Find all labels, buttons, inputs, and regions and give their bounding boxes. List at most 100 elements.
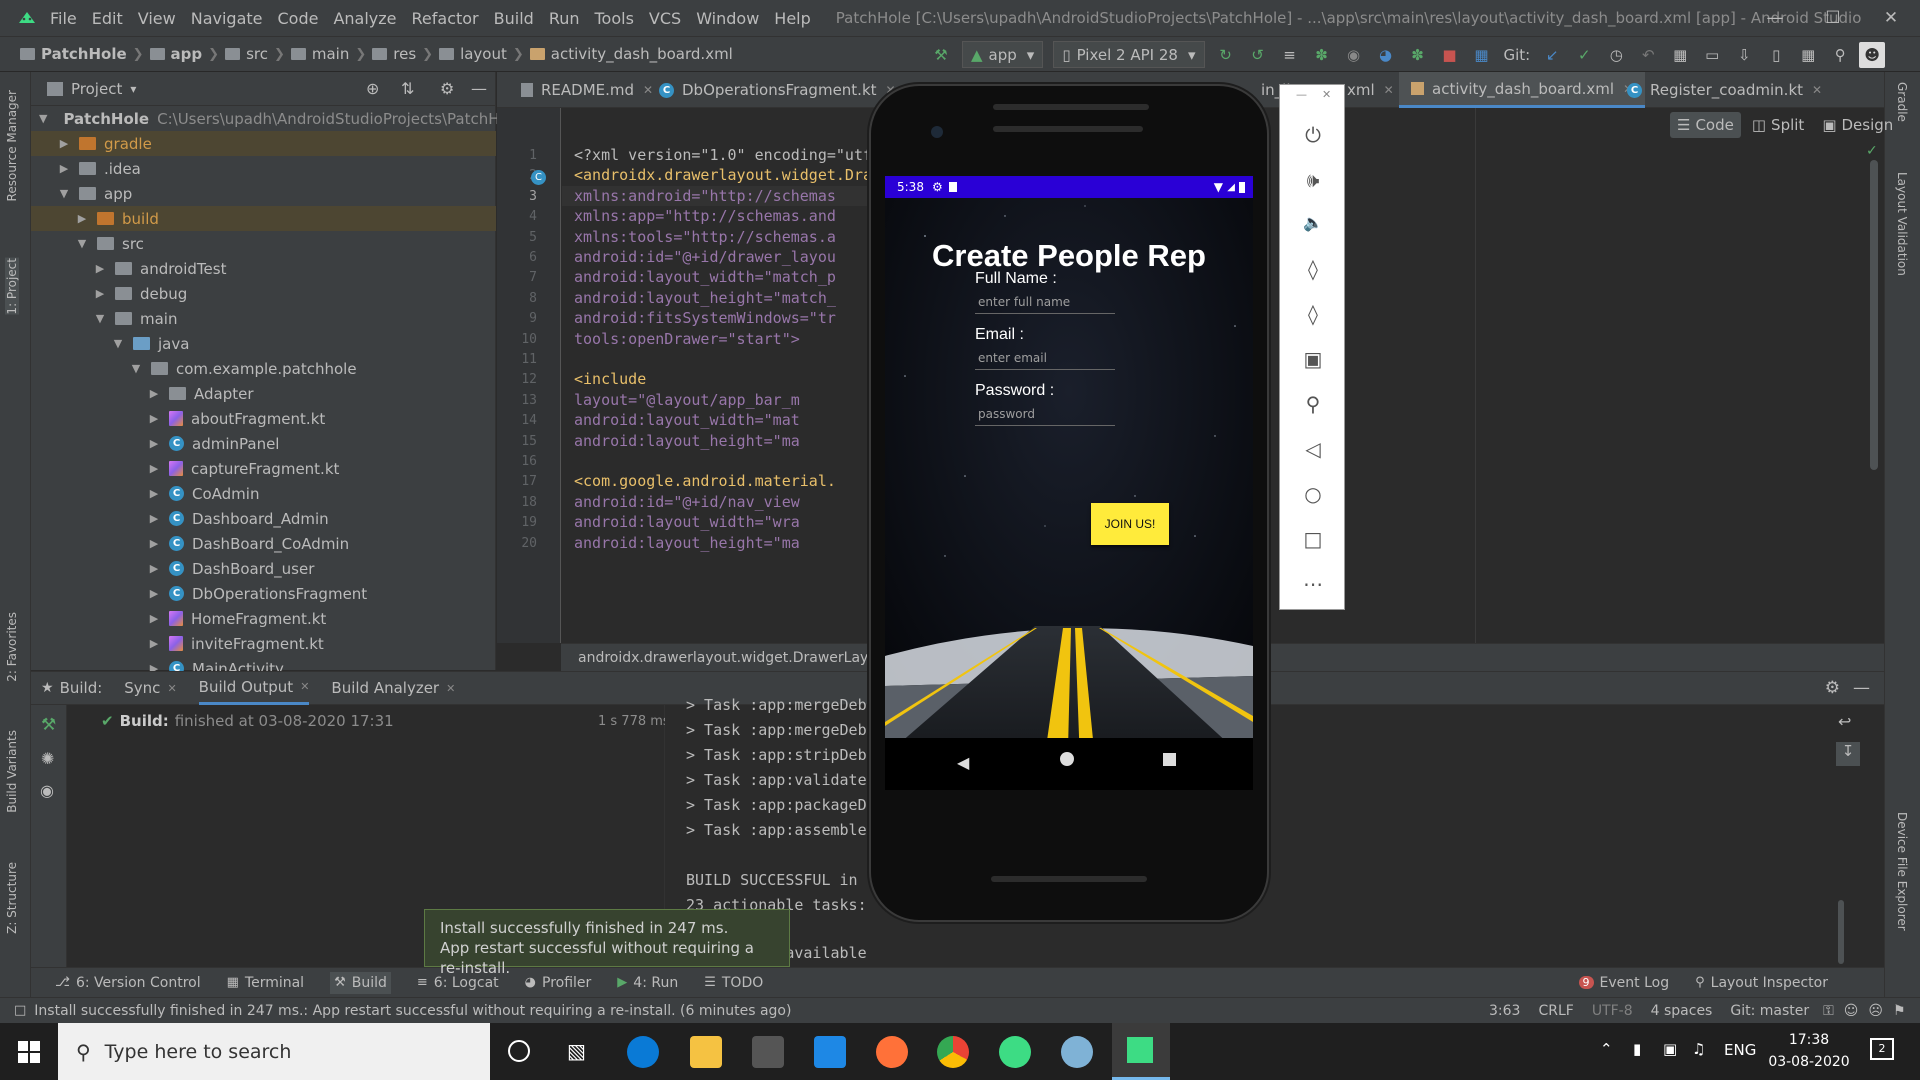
gear-icon[interactable]: ⚙: [440, 79, 454, 98]
view-mode-design[interactable]: ▣ Design: [1815, 112, 1900, 138]
paint-app-icon[interactable]: [1061, 1036, 1093, 1068]
notification-center-icon[interactable]: 2: [1870, 1038, 1894, 1060]
apply-code-changes-icon[interactable]: ↺: [1245, 42, 1271, 68]
tab-resource-manager[interactable]: Resource Manager: [5, 90, 19, 201]
emulator-close-icon[interactable]: ✕: [1322, 88, 1331, 101]
device-manager-icon[interactable]: ▯: [1763, 42, 1789, 68]
coverage-icon[interactable]: ≡: [1277, 42, 1303, 68]
menu-run[interactable]: Run: [549, 9, 580, 28]
close-icon[interactable]: ✕: [1812, 83, 1822, 97]
tab-project[interactable]: 1: Project: [5, 258, 19, 315]
git-update-icon[interactable]: ↙: [1539, 42, 1565, 68]
tool-event-log[interactable]: 9 Event Log: [1578, 975, 1669, 991]
crumb-project[interactable]: PatchHole: [20, 45, 127, 63]
eye-icon[interactable]: ◉: [40, 781, 54, 800]
zoom-icon[interactable]: ⚲: [1280, 392, 1346, 416]
battery-tray-icon[interactable]: ▮: [1633, 1040, 1641, 1058]
device-dropdown[interactable]: ▯ Pixel 2 API 28 ▾: [1053, 41, 1205, 68]
tool-terminal[interactable]: ▦ Terminal: [227, 975, 304, 991]
tab-layout-validation[interactable]: Layout Validation: [1895, 172, 1909, 276]
git-history-icon[interactable]: ◷: [1603, 42, 1629, 68]
tree-item[interactable]: ▶ CadminPanel: [31, 431, 496, 456]
language-indicator[interactable]: ENG: [1724, 1041, 1756, 1059]
tree-item[interactable]: ▶ gradle: [31, 131, 496, 156]
taskbar-search[interactable]: ⚲ Type here to search: [58, 1023, 490, 1080]
tool-version-control[interactable]: ⎇ 6: Version Control: [55, 975, 201, 991]
menu-build[interactable]: Build: [494, 9, 534, 28]
tree-item[interactable]: ▼ java: [31, 331, 496, 356]
volume-tray-icon[interactable]: ♫: [1692, 1040, 1705, 1058]
menu-refactor[interactable]: Refactor: [412, 9, 479, 28]
avatar[interactable]: ☻: [1859, 41, 1886, 68]
more-icon[interactable]: ⋯: [1280, 572, 1346, 596]
tab-xml[interactable]: xml ✕: [1335, 72, 1406, 108]
pin-icon[interactable]: ✺: [41, 749, 54, 768]
tree-item[interactable]: ▼ com.example.patchhole: [31, 356, 496, 381]
edge-icon[interactable]: [627, 1036, 659, 1068]
apply-changes-restart-icon[interactable]: ↻: [1213, 42, 1239, 68]
back-nav-icon[interactable]: ◀: [957, 753, 969, 772]
tab-build-output[interactable]: Build Output ✕: [198, 671, 310, 705]
tool-layout-inspector[interactable]: ⚲ Layout Inspector: [1695, 975, 1828, 991]
tab-sync[interactable]: Sync ✕: [124, 671, 176, 705]
menu-file[interactable]: File: [50, 9, 77, 28]
volume-up-icon[interactable]: 🕪: [1280, 168, 1346, 192]
password-input[interactable]: password: [975, 407, 1115, 426]
related-class-gutter-icon[interactable]: C: [531, 170, 546, 185]
chrome-icon[interactable]: [937, 1036, 969, 1068]
windows-start-icon[interactable]: [18, 1041, 40, 1063]
file-encoding[interactable]: UTF-8: [1592, 1003, 1633, 1019]
run-config-dropdown[interactable]: ▲ app ▾: [962, 41, 1044, 68]
close-icon[interactable]: ✕: [300, 680, 309, 693]
tree-item[interactable]: ▶ androidTest: [31, 256, 496, 281]
tree-item[interactable]: ▶ C Dashboard_Admin: [31, 506, 496, 531]
android-studio-taskbar-icon[interactable]: [999, 1036, 1031, 1068]
crumb-app[interactable]: app: [149, 45, 202, 63]
tree-item[interactable]: ▼ app: [31, 181, 496, 206]
close-icon[interactable]: ✕: [167, 682, 176, 695]
soft-wrap-icon[interactable]: ↩: [1838, 712, 1851, 731]
search-icon[interactable]: ⚲: [1827, 42, 1853, 68]
full-name-input[interactable]: enter full name: [975, 295, 1115, 314]
sdk-manager-icon[interactable]: ⇩: [1731, 42, 1757, 68]
back-icon[interactable]: ◁: [1280, 437, 1346, 461]
rotate-right-icon[interactable]: ◊: [1280, 302, 1346, 326]
tree-item[interactable]: ▶ inviteFragment.kt: [31, 631, 496, 656]
tab-structure[interactable]: Z: Structure: [5, 862, 19, 934]
menu-window[interactable]: Window: [696, 9, 759, 28]
make-project-hammer-icon[interactable]: ⚒: [928, 42, 954, 68]
tab-dboperations[interactable]: C DbOperationsFragment.kt ✕: [647, 72, 908, 108]
project-panel-title[interactable]: Project: [71, 80, 122, 98]
tree-item[interactable]: ▶ aboutFragment.kt: [31, 406, 496, 431]
collapse-all-icon[interactable]: ⇅: [401, 79, 414, 98]
tray-chevron-up-icon[interactable]: ⌃: [1600, 1040, 1613, 1058]
menu-view[interactable]: View: [138, 9, 176, 28]
emulator-minimize-icon[interactable]: —: [1296, 88, 1307, 101]
git-commit-icon[interactable]: ✓: [1571, 42, 1597, 68]
tab-favorites[interactable]: 2: Favorites: [5, 612, 19, 682]
toggle-tool-windows-icon[interactable]: □: [14, 1003, 26, 1018]
tab-readme[interactable]: README.md ✕: [509, 72, 665, 108]
chevron-down-icon[interactable]: ▾: [130, 82, 136, 96]
tab-build-analyzer[interactable]: Build Analyzer ✕: [331, 671, 455, 705]
attach-debugger-icon[interactable]: ◉: [1341, 42, 1367, 68]
project-structure-icon[interactable]: ▦: [1667, 42, 1693, 68]
locate-icon[interactable]: ⊕: [366, 79, 379, 98]
hide-panel-icon[interactable]: —: [471, 79, 487, 98]
close-window-button[interactable]: ✕: [1862, 0, 1920, 36]
output-scrollbar[interactable]: [1838, 900, 1844, 964]
menu-navigate[interactable]: Navigate: [191, 9, 263, 28]
line-separator[interactable]: CRLF: [1538, 1003, 1573, 1019]
inspector-face-icon[interactable]: ☺: [1844, 1003, 1859, 1019]
avd-manager-icon[interactable]: ▭: [1699, 42, 1725, 68]
store-icon[interactable]: [752, 1036, 784, 1068]
profile-icon[interactable]: ◕: [1373, 42, 1399, 68]
tree-item[interactable]: ▶ C DbOperationsFragment: [31, 581, 496, 606]
menu-tools[interactable]: Tools: [595, 9, 634, 28]
layout-inspector-icon[interactable]: ▦: [1795, 42, 1821, 68]
file-explorer-icon[interactable]: [690, 1036, 722, 1068]
scroll-to-end-icon[interactable]: ↧: [1836, 742, 1860, 766]
gear-icon[interactable]: ⚙: [1825, 678, 1840, 698]
crumb-file[interactable]: activity_dash_board.xml: [529, 45, 733, 63]
maximize-button[interactable]: ☐: [1804, 0, 1862, 36]
